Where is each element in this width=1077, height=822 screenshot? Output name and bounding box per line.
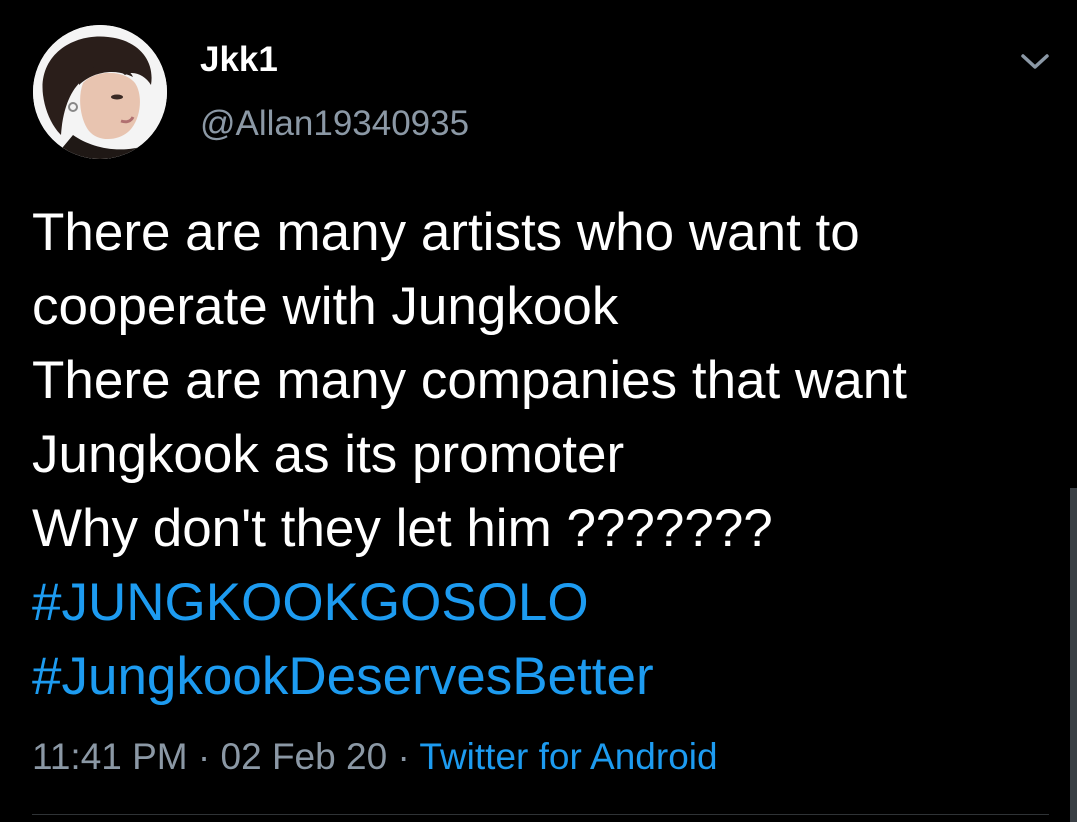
chevron-down-icon[interactable] [1015,44,1055,78]
tweet-date[interactable]: 02 Feb 20 [221,736,388,777]
hashtag-link[interactable]: #JUNGKOOKGOSOLO [32,566,1052,640]
tweet-text-line: There are many artists who want to [32,203,860,262]
tweet-time[interactable]: 11:41 PM [32,736,188,777]
source-link[interactable]: Twitter for Android [419,736,717,777]
avatar-image [33,25,167,159]
meta-separator: · [197,736,211,777]
display-name[interactable]: Jkk1 [200,38,278,82]
divider [32,814,1049,815]
meta-separator: · [397,736,410,777]
tweet-text: There are many artists who want to coope… [32,196,1052,714]
tweet-text-line: cooperate with Jungkook [32,277,619,336]
tweet-text-line: Jungkook as its promoter [32,425,625,484]
scrollbar[interactable] [1070,488,1077,822]
tweet-text-line: There are many companies that want [32,351,907,410]
tweet-detail: Jkk1 @Allan19340935 There are many artis… [0,0,1077,822]
tweet-meta: 11:41 PM · 02 Feb 20 · Twitter for Andro… [32,734,718,780]
user-handle[interactable]: @Allan19340935 [200,102,469,146]
avatar[interactable] [33,25,167,159]
hashtag-link[interactable]: #JungkookDeservesBetter [32,640,1052,714]
tweet-text-line: Why don't they let him ??????? [32,499,773,558]
